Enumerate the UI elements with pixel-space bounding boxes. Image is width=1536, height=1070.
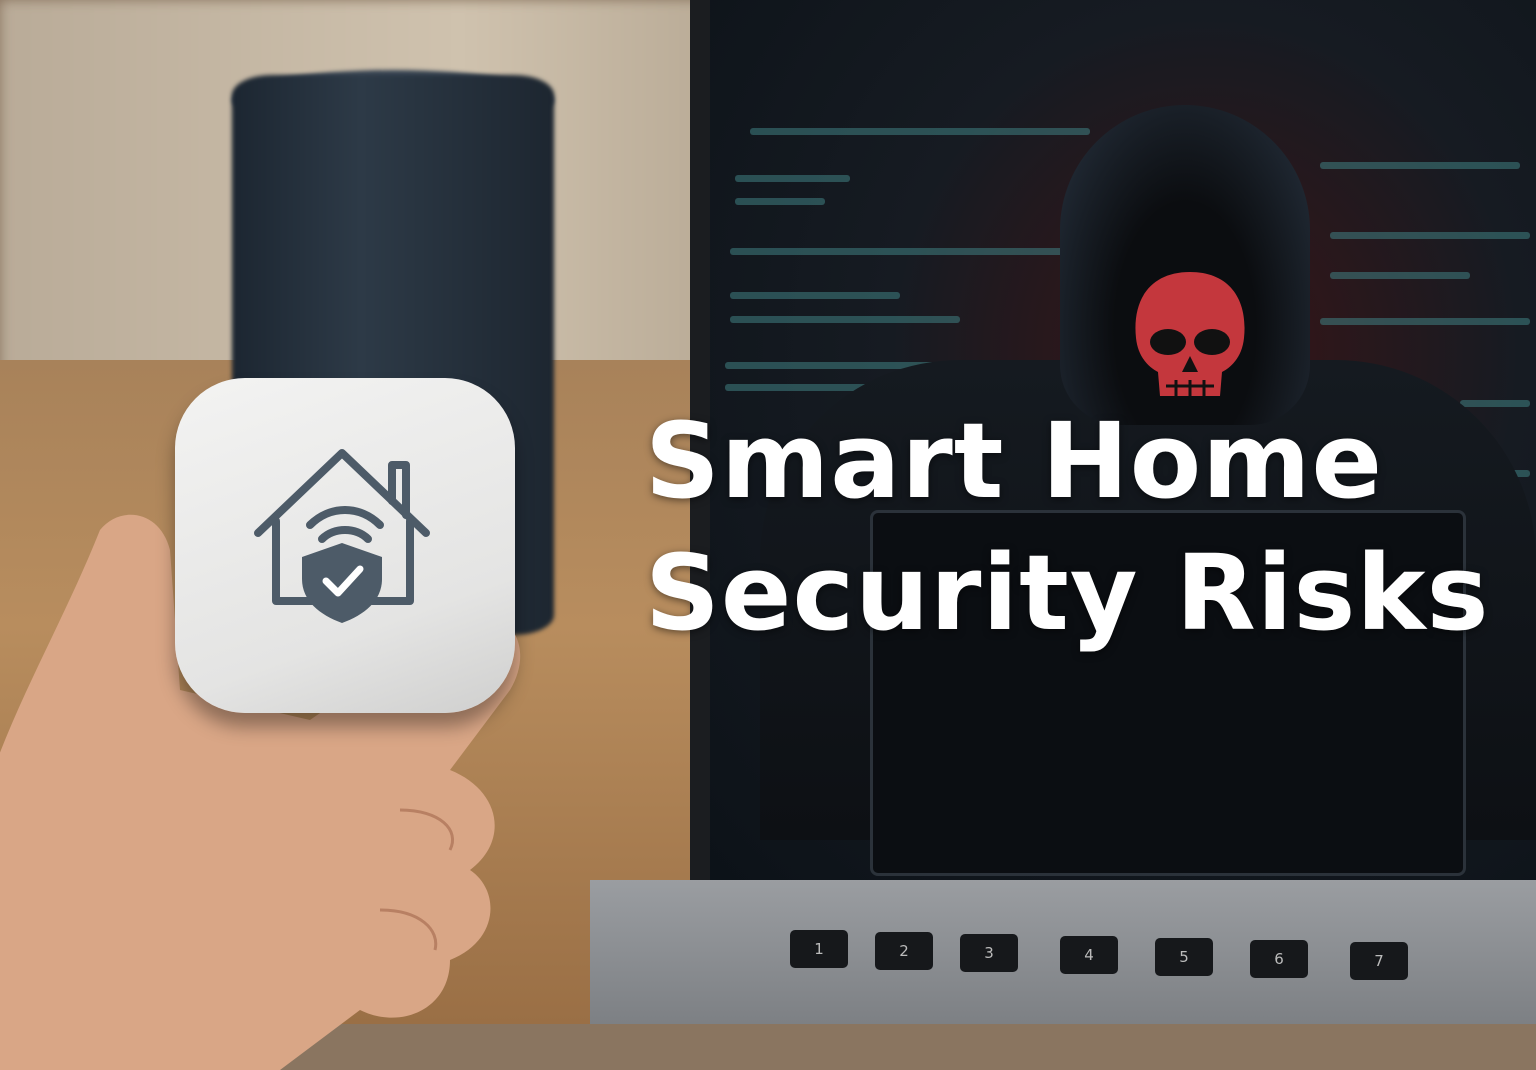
code-line xyxy=(730,316,960,323)
code-line xyxy=(1330,232,1530,239)
key: 3 xyxy=(960,934,1018,972)
code-line xyxy=(1330,272,1470,279)
code-line xyxy=(750,128,1090,135)
key: 6 xyxy=(1250,940,1308,978)
key: 5 xyxy=(1155,938,1213,976)
key: 4 xyxy=(1060,936,1118,974)
home-shield-icon xyxy=(254,449,430,623)
code-line xyxy=(730,292,900,299)
key: 7 xyxy=(1350,942,1408,980)
code-line xyxy=(1320,318,1530,325)
headline-line-2: Security Risks xyxy=(645,532,1490,654)
code-line xyxy=(1320,162,1520,169)
headline: Smart Home Security Risks xyxy=(645,395,1489,659)
code-line xyxy=(735,198,825,205)
smart-home-hub-device xyxy=(175,378,515,713)
code-line xyxy=(730,248,1070,255)
code-line xyxy=(735,175,850,182)
key: 1 xyxy=(790,930,848,968)
headline-line-1: Smart Home xyxy=(645,400,1384,522)
key: 2 xyxy=(875,932,933,970)
laptop-keyboard: 1 2 3 4 5 6 7 xyxy=(590,880,1536,1024)
